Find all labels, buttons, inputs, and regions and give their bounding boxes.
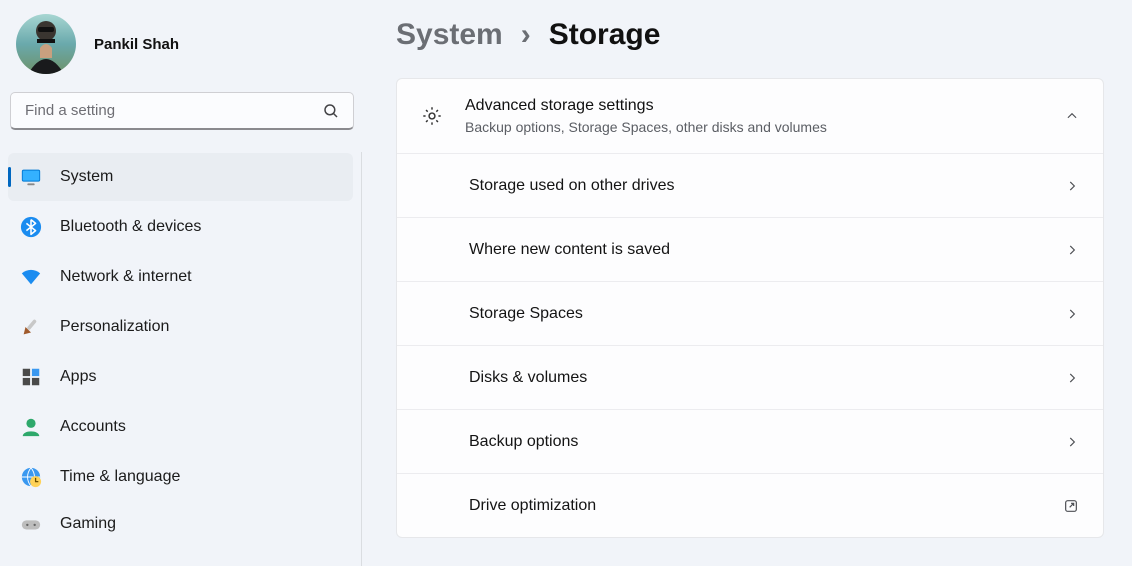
card-title: Advanced storage settings [465,97,1043,115]
item-storage-spaces[interactable]: Storage Spaces [397,281,1103,345]
sub-item-label: Disks & volumes [469,369,587,387]
item-storage-used-other-drives[interactable]: Storage used on other drives [397,153,1103,217]
sub-item-label: Storage used on other drives [469,177,674,195]
sidebar-item-network[interactable]: Network & internet [8,253,353,301]
settings-main: System › Storage Advanced storage settin… [362,0,1132,566]
apps-icon [20,366,42,388]
sidebar-item-time-language[interactable]: Time & language [8,453,353,501]
sub-item-label: Storage Spaces [469,305,583,323]
sub-item-label: Where new content is saved [469,241,670,259]
chevron-right-icon [1065,243,1079,257]
account-name: Pankil Shah [94,36,179,53]
sidebar-item-label: Personalization [60,318,169,336]
search-input[interactable] [10,92,354,130]
avatar [16,14,76,74]
sidebar-item-personalization[interactable]: Personalization [8,303,353,351]
advanced-storage-settings-header[interactable]: Advanced storage settings Backup options… [397,79,1103,153]
advanced-storage-settings-card: Advanced storage settings Backup options… [396,78,1104,538]
sidebar-item-gaming[interactable]: Gaming [8,503,353,533]
item-drive-optimization[interactable]: Drive optimization [397,473,1103,537]
sidebar-item-label: System [60,168,113,186]
sidebar-item-label: Network & internet [60,268,192,286]
card-title-block: Advanced storage settings Backup options… [465,97,1043,135]
open-external-icon [1063,498,1079,514]
search-icon [322,102,340,120]
page-title: Storage [549,20,661,50]
sub-item-label: Backup options [469,433,578,451]
item-where-new-content-saved[interactable]: Where new content is saved [397,217,1103,281]
chevron-right-icon [1065,179,1079,193]
settings-sidebar: Pankil Shah System Bluetooth & devices [0,0,362,566]
settings-nav: System Bluetooth & devices Network & int… [8,152,362,566]
settings-search [10,92,354,130]
account-profile[interactable]: Pankil Shah [8,0,362,92]
person-icon [20,416,42,438]
sub-item-label: Drive optimization [469,497,596,515]
gear-icon [421,105,443,127]
breadcrumb: System › Storage [396,0,1104,78]
wifi-icon [20,266,42,288]
sidebar-item-apps[interactable]: Apps [8,353,353,401]
system-icon [20,166,42,188]
item-backup-options[interactable]: Backup options [397,409,1103,473]
bluetooth-icon [20,216,42,238]
gamepad-icon [20,513,42,533]
chevron-right-icon: › [521,20,531,50]
globe-clock-icon [20,466,42,488]
sidebar-item-system[interactable]: System [8,153,353,201]
sidebar-item-label: Accounts [60,418,126,436]
paintbrush-icon [20,316,42,338]
chevron-right-icon [1065,371,1079,385]
sidebar-item-label: Bluetooth & devices [60,218,201,236]
item-disks-volumes[interactable]: Disks & volumes [397,345,1103,409]
sidebar-item-bluetooth[interactable]: Bluetooth & devices [8,203,353,251]
sidebar-item-label: Gaming [60,515,116,533]
sidebar-item-label: Apps [60,368,96,386]
chevron-right-icon [1065,307,1079,321]
card-subtitle: Backup options, Storage Spaces, other di… [465,119,1043,135]
sidebar-item-accounts[interactable]: Accounts [8,403,353,451]
breadcrumb-root[interactable]: System [396,20,503,50]
chevron-right-icon [1065,435,1079,449]
sidebar-item-label: Time & language [60,468,180,486]
chevron-up-icon [1065,109,1079,123]
